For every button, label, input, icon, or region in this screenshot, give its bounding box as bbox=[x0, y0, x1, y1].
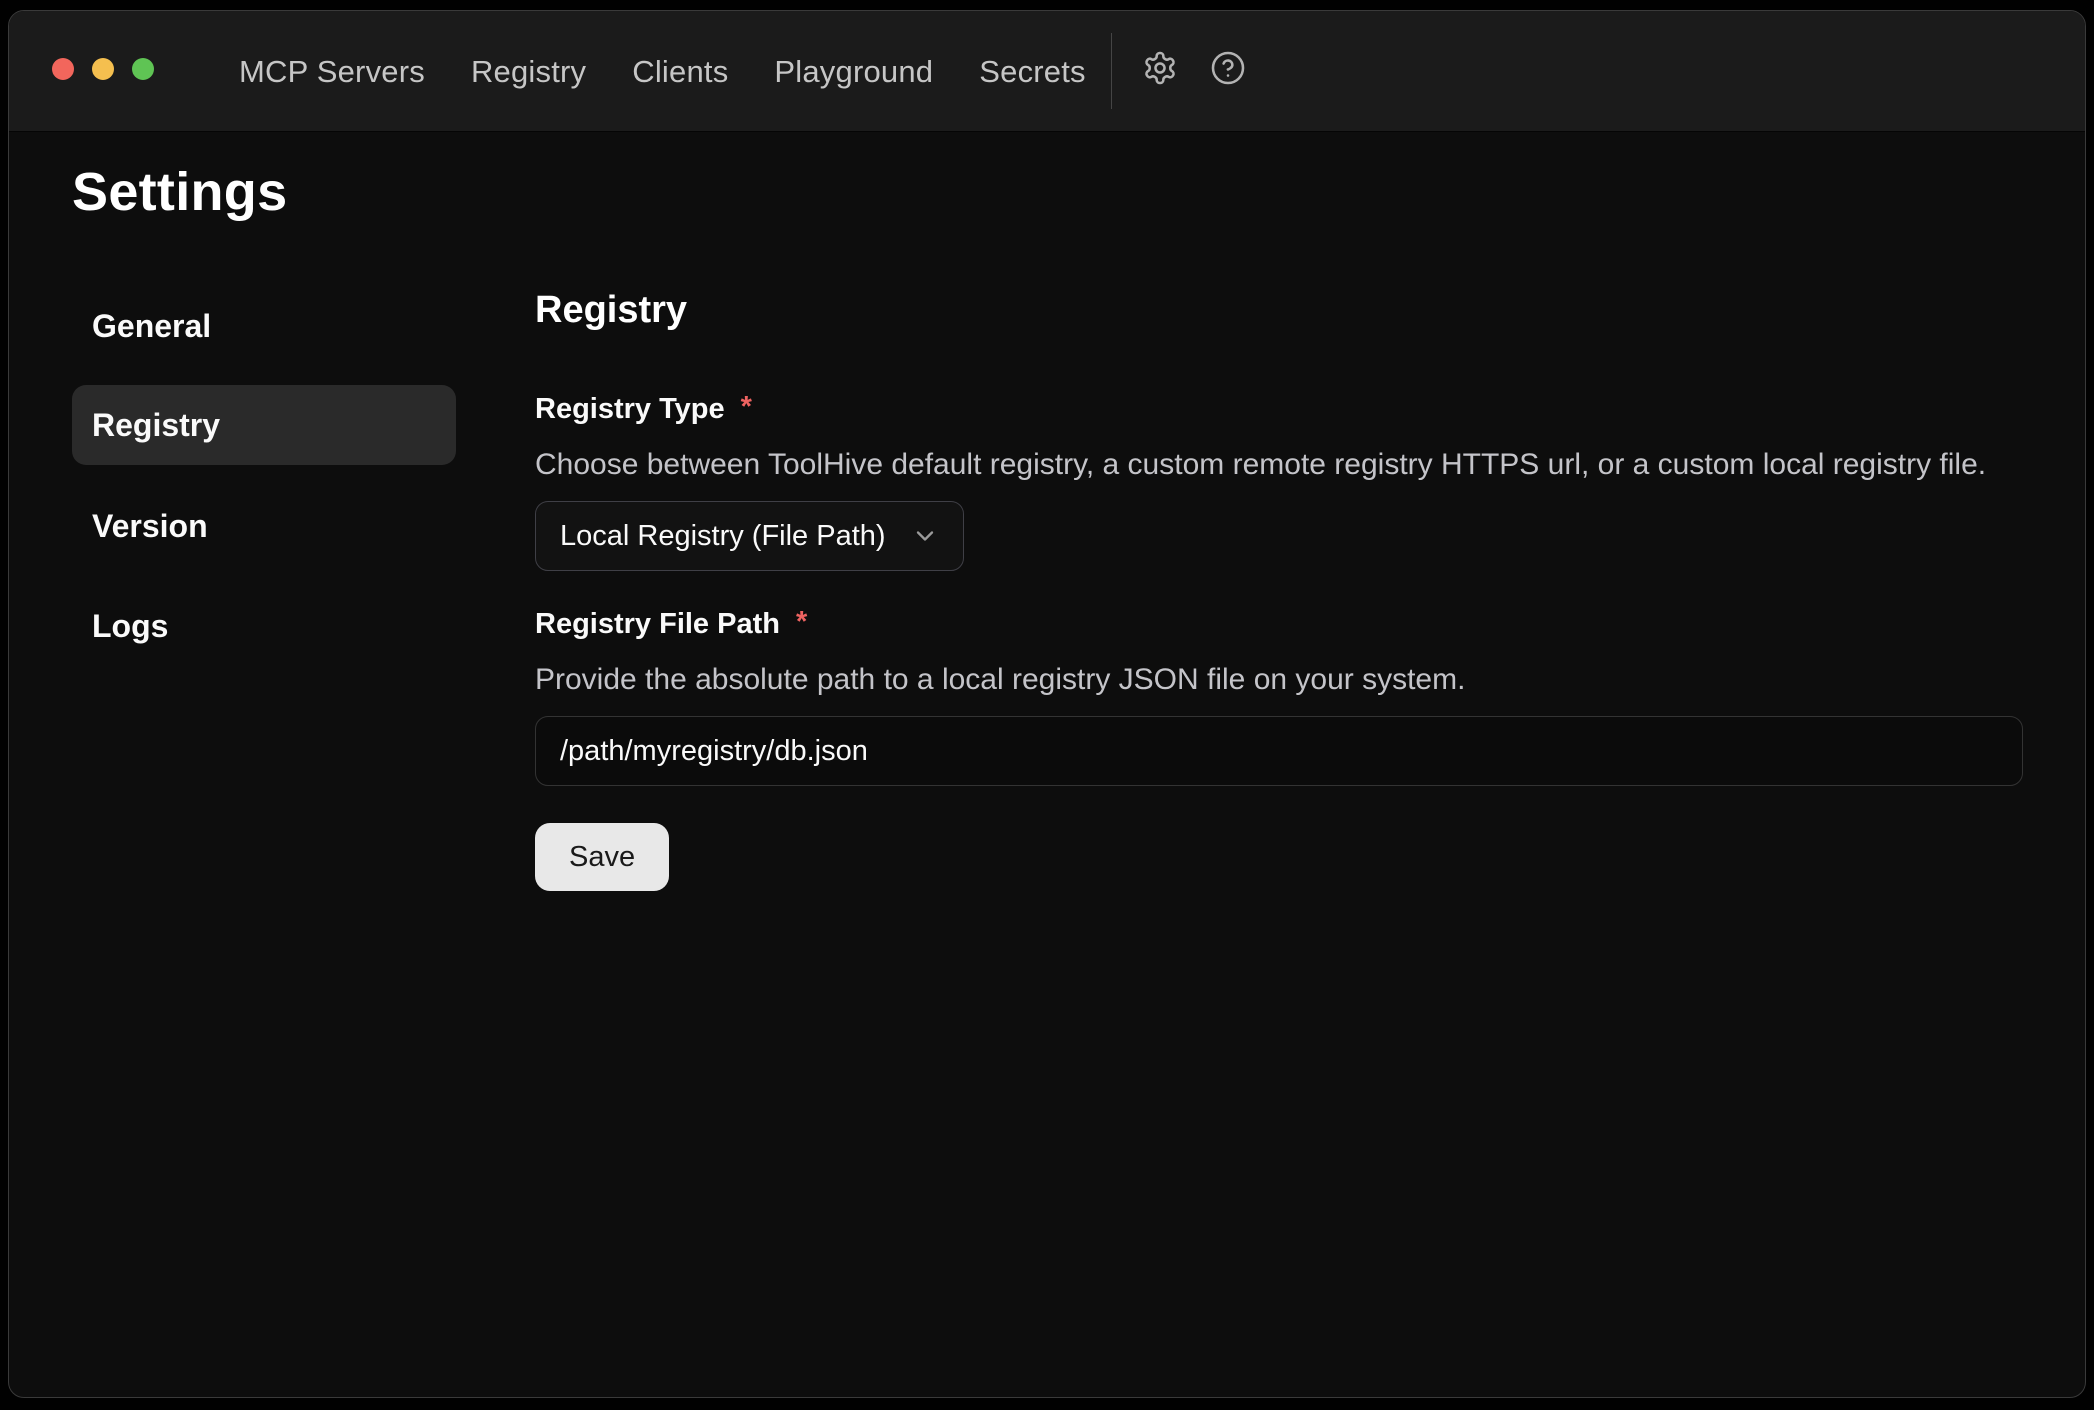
registry-file-path-input[interactable] bbox=[535, 716, 2023, 786]
sidebar-item-logs[interactable]: Logs bbox=[72, 586, 456, 666]
nav-item-mcp-servers[interactable]: MCP Servers bbox=[239, 54, 425, 90]
sidebar-item-general[interactable]: General bbox=[72, 286, 456, 366]
nav-item-registry[interactable]: Registry bbox=[471, 54, 586, 90]
help-icon[interactable] bbox=[1210, 50, 1246, 86]
registry-file-path-label-text: Registry File Path bbox=[535, 606, 780, 642]
section-heading: Registry bbox=[535, 289, 687, 332]
nav-item-secrets[interactable]: Secrets bbox=[979, 54, 1086, 90]
close-window-icon[interactable] bbox=[52, 58, 74, 80]
sidebar-item-version[interactable]: Version bbox=[72, 486, 456, 566]
registry-type-label: Registry Type * bbox=[535, 391, 752, 427]
registry-file-path-description: Provide the absolute path to a local reg… bbox=[535, 662, 1465, 698]
page-title: Settings bbox=[72, 161, 287, 223]
required-asterisk: * bbox=[796, 606, 807, 638]
sidebar-item-registry[interactable]: Registry bbox=[72, 385, 456, 465]
titlebar-divider bbox=[1111, 33, 1112, 109]
zoom-window-icon[interactable] bbox=[132, 58, 154, 80]
nav-item-playground[interactable]: Playground bbox=[774, 54, 933, 90]
gear-icon[interactable] bbox=[1142, 50, 1178, 86]
required-asterisk: * bbox=[741, 391, 752, 423]
registry-type-label-text: Registry Type bbox=[535, 391, 725, 427]
nav-item-clients[interactable]: Clients bbox=[632, 54, 728, 90]
minimize-window-icon[interactable] bbox=[92, 58, 114, 80]
registry-file-path-label: Registry File Path * bbox=[535, 606, 807, 642]
save-button[interactable]: Save bbox=[535, 823, 669, 891]
app-window: MCP Servers Registry Clients Playground … bbox=[8, 10, 2086, 1398]
titlebar: MCP Servers Registry Clients Playground … bbox=[9, 11, 2085, 132]
registry-type-select-value: Local Registry (File Path) bbox=[560, 520, 886, 553]
registry-type-description: Choose between ToolHive default registry… bbox=[535, 447, 1986, 483]
chevron-down-icon bbox=[911, 522, 939, 550]
registry-type-select[interactable]: Local Registry (File Path) bbox=[535, 501, 964, 571]
top-nav: MCP Servers Registry Clients Playground … bbox=[239, 11, 1086, 132]
